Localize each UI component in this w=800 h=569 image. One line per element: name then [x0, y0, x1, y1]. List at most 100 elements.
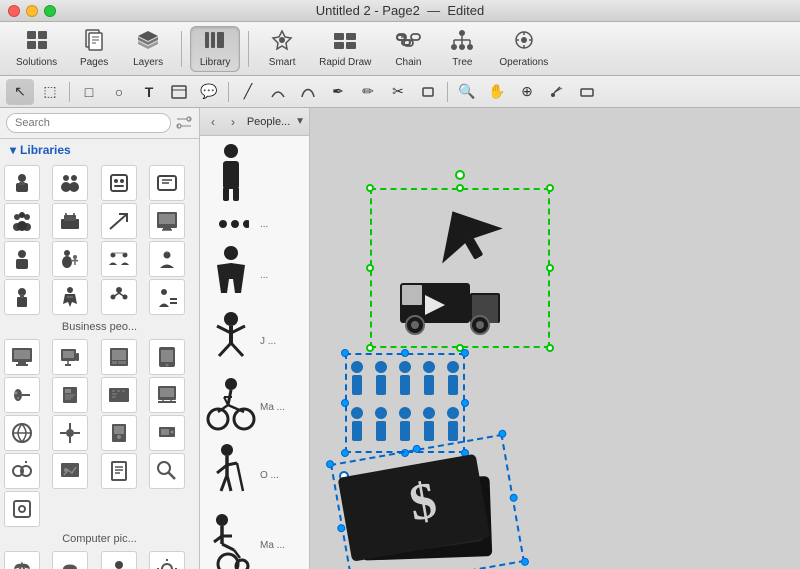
lib-icon[interactable] — [52, 203, 88, 239]
toolbar-solutions[interactable]: Solutions — [8, 26, 65, 72]
lib-icon[interactable] — [101, 203, 137, 239]
maximize-button[interactable] — [44, 5, 56, 17]
toolbar-library[interactable]: Library — [190, 26, 240, 72]
lib-icon[interactable] — [4, 377, 40, 413]
tool-marquee[interactable]: ⬚ — [36, 79, 64, 105]
tool-stamp[interactable]: ⊕ — [513, 79, 541, 105]
list-item[interactable]: Ma ... — [200, 374, 309, 440]
toolbar-operations[interactable]: Operations — [491, 26, 556, 72]
tool-line[interactable]: ╱ — [234, 79, 262, 105]
lib-icon[interactable] — [4, 241, 40, 277]
lib-icon[interactable] — [101, 415, 137, 451]
layers-icon — [136, 29, 160, 55]
dropdown-arrow-icon[interactable]: ▼ — [295, 116, 305, 127]
tool-zoom[interactable]: 🔍 — [453, 79, 481, 105]
search-input[interactable] — [6, 113, 171, 133]
lib-icon[interactable] — [4, 453, 40, 489]
rapiddraw-icon — [332, 29, 358, 55]
mid-panel-header: ‹ › People... ▼ — [200, 108, 309, 136]
tool-bezier[interactable] — [294, 79, 322, 105]
person-label: ... — [260, 219, 268, 230]
toolbar-tree[interactable]: Tree — [437, 26, 487, 72]
lib-icon[interactable] — [101, 377, 137, 413]
lib-icon[interactable] — [101, 279, 137, 315]
close-button[interactable] — [8, 5, 20, 17]
library-icon — [203, 29, 227, 55]
list-item[interactable]: Ma ... — [200, 511, 309, 569]
tool-pencil[interactable]: ✏ — [354, 79, 382, 105]
lib-icon[interactable] — [4, 203, 40, 239]
libraries-header[interactable]: ▾ Libraries — [0, 139, 199, 161]
list-item[interactable] — [200, 140, 309, 206]
toolbar-rapiddraw[interactable]: Rapid Draw — [311, 26, 379, 72]
toolbar-sep-1 — [181, 31, 182, 67]
lib-icon[interactable] — [149, 377, 185, 413]
lib-icon[interactable] — [52, 339, 88, 375]
search-bar — [0, 108, 199, 139]
lib-icon[interactable] — [52, 415, 88, 451]
lib-icon[interactable] — [149, 453, 185, 489]
lib-icon[interactable] — [101, 339, 137, 375]
nav-forward[interactable]: › — [224, 113, 242, 131]
lib-icon[interactable] — [149, 339, 185, 375]
lib-icon[interactable] — [149, 241, 185, 277]
lib-icon[interactable] — [4, 165, 40, 201]
lib-icon[interactable] — [149, 279, 185, 315]
toolbar-layers[interactable]: Layers — [123, 26, 173, 72]
tool-scissors[interactable]: ✂ — [384, 79, 412, 105]
tool-pen[interactable]: ✒ — [324, 79, 352, 105]
person-icon — [206, 143, 256, 203]
lib-icon[interactable] — [101, 453, 137, 489]
lib-icon[interactable] — [149, 415, 185, 451]
delivery-group[interactable] — [370, 188, 550, 348]
lib-icon[interactable] — [52, 377, 88, 413]
lib-icon[interactable] — [4, 551, 40, 569]
tool-eraser[interactable] — [573, 79, 601, 105]
lib-icon[interactable] — [52, 453, 88, 489]
tool-crop[interactable] — [414, 79, 442, 105]
money-group[interactable]: $ — [330, 434, 525, 569]
toolbar-chain[interactable]: Chain — [383, 26, 433, 72]
nav-back[interactable]: ‹ — [204, 113, 222, 131]
tool-select[interactable]: ↖ — [6, 79, 34, 105]
lib-icon[interactable] — [4, 339, 40, 375]
list-item[interactable]: ... — [200, 242, 309, 308]
list-item[interactable]: ... — [200, 206, 309, 242]
minimize-button[interactable] — [26, 5, 38, 17]
tool-callout[interactable]: 💬 — [195, 79, 223, 105]
lib-icon[interactable] — [101, 551, 137, 569]
lib-icon[interactable] — [101, 241, 137, 277]
toolbar-smart[interactable]: Smart — [257, 26, 307, 72]
people-list: ... ... — [200, 136, 309, 569]
library-label: Library — [200, 57, 231, 68]
person-icon — [206, 443, 256, 508]
filter-icon[interactable] — [175, 114, 193, 132]
person-icon — [206, 311, 256, 371]
tool-rect[interactable]: □ — [75, 79, 103, 105]
lib-icon[interactable] — [149, 165, 185, 201]
tool-container[interactable] — [165, 79, 193, 105]
lib-icon[interactable] — [4, 415, 40, 451]
window-title: Untitled 2 - Page2 — Edited — [316, 3, 484, 18]
list-item[interactable]: J ... — [200, 308, 309, 374]
tool-ellipse[interactable]: ○ — [105, 79, 133, 105]
tool-hand[interactable]: ✋ — [483, 79, 511, 105]
canvas-area[interactable]: $ — [310, 108, 800, 569]
people-group[interactable] — [345, 353, 465, 453]
lib-icon[interactable] — [149, 551, 185, 569]
lib-icon[interactable] — [52, 279, 88, 315]
tool-dropper[interactable] — [543, 79, 571, 105]
lib-icon[interactable] — [52, 551, 88, 569]
tool-arc[interactable] — [264, 79, 292, 105]
lib-icon[interactable] — [4, 491, 40, 527]
rotation-handle[interactable] — [455, 170, 465, 180]
lib-icon[interactable] — [52, 241, 88, 277]
tool-text[interactable]: T — [135, 79, 163, 105]
toolbar-pages[interactable]: Pages — [69, 26, 119, 72]
list-item[interactable]: O ... — [200, 440, 309, 511]
lib-icon[interactable] — [4, 279, 40, 315]
person-label: J ... — [260, 336, 276, 347]
lib-icon[interactable] — [101, 165, 137, 201]
lib-icon[interactable] — [52, 165, 88, 201]
lib-icon[interactable] — [149, 203, 185, 239]
